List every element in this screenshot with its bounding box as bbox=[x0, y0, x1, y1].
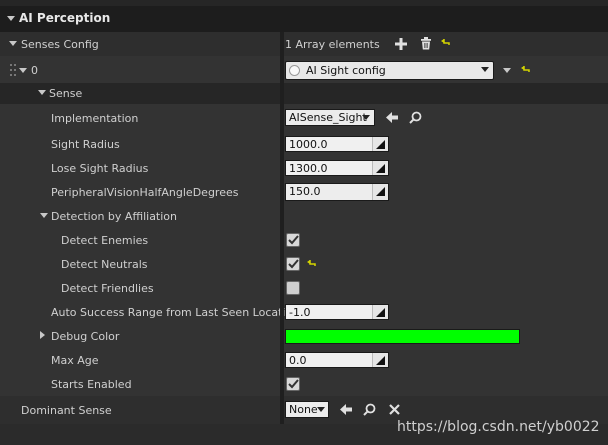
section-header[interactable]: AI Perception bbox=[0, 0, 608, 32]
starts-enabled-checkbox[interactable] bbox=[286, 377, 300, 391]
drag-handle-icon[interactable] bbox=[10, 64, 16, 76]
resize-corner-icon bbox=[372, 161, 388, 175]
checkmark-icon bbox=[288, 259, 299, 269]
resize-corner-icon bbox=[372, 305, 388, 319]
detect-enemies-label: Detect Enemies bbox=[61, 234, 149, 247]
max-age-value: 0.0 bbox=[289, 354, 307, 367]
checkmark-icon bbox=[288, 379, 299, 389]
lose-sight-radius-label: Lose Sight Radius bbox=[51, 162, 149, 175]
detect-neutrals-label: Detect Neutrals bbox=[61, 258, 148, 271]
sense-category-row[interactable] bbox=[0, 83, 608, 104]
use-selected-arrow-icon[interactable] bbox=[340, 404, 352, 415]
section-title: AI Perception bbox=[19, 11, 111, 25]
peripheral-value: 150.0 bbox=[289, 185, 321, 198]
debug-color-expand-arrow-icon[interactable] bbox=[40, 331, 45, 339]
neutrals-reset-icon[interactable] bbox=[307, 260, 316, 268]
element-expand-arrow-icon[interactable] bbox=[19, 68, 27, 73]
peripheral-label: PeripheralVisionHalfAngleDegrees bbox=[51, 186, 239, 199]
chevron-down-icon bbox=[481, 67, 489, 72]
detect-enemies-checkbox[interactable] bbox=[286, 233, 300, 247]
sight-radius-label: Sight Radius bbox=[51, 138, 120, 151]
column-divider[interactable] bbox=[280, 32, 284, 445]
sense-expand-arrow-icon[interactable] bbox=[38, 90, 46, 95]
sense-config-dropdown[interactable]: AI Sight config bbox=[285, 61, 494, 80]
expand-arrow-icon[interactable] bbox=[9, 41, 17, 46]
detect-friendlies-label: Detect Friendlies bbox=[61, 282, 154, 295]
chevron-down-icon bbox=[317, 407, 325, 412]
peripheral-slider[interactable]: 150.0 bbox=[285, 183, 389, 201]
checkmark-icon bbox=[288, 235, 299, 245]
lose-sight-radius-value: 1300.0 bbox=[289, 162, 328, 175]
add-element-icon[interactable] bbox=[395, 38, 407, 50]
sense-config-value: AI Sight config bbox=[306, 64, 386, 77]
auto-success-value: -1.0 bbox=[289, 306, 311, 319]
debug-color-label: Debug Color bbox=[51, 330, 120, 343]
trash-icon[interactable] bbox=[420, 37, 432, 50]
resize-corner-icon bbox=[372, 353, 388, 367]
dominant-sense-dropdown[interactable]: None bbox=[285, 401, 329, 418]
resize-corner-icon bbox=[372, 184, 388, 200]
sense-label: Sense bbox=[49, 87, 83, 100]
browse-search-icon[interactable] bbox=[409, 111, 422, 124]
debug-color-swatch[interactable] bbox=[285, 329, 520, 344]
detect-neutrals-checkbox[interactable] bbox=[286, 257, 300, 271]
element-options-arrow-icon[interactable] bbox=[503, 68, 511, 73]
element-index: 0 bbox=[31, 64, 38, 77]
sight-radius-input[interactable]: 1000.0 bbox=[285, 136, 389, 152]
resize-corner-icon bbox=[372, 137, 388, 151]
collapse-arrow-icon[interactable] bbox=[7, 16, 15, 21]
array-count: 1 Array elements bbox=[285, 38, 380, 51]
detect-friendlies-checkbox[interactable] bbox=[286, 281, 300, 295]
max-age-label: Max Age bbox=[51, 354, 99, 367]
config-circle-icon bbox=[289, 65, 300, 76]
section-top-strip bbox=[0, 0, 608, 6]
implementation-value: AISense_Sight bbox=[289, 111, 367, 124]
dominant-sense-label: Dominant Sense bbox=[21, 404, 112, 417]
max-age-input[interactable]: 0.0 bbox=[285, 352, 389, 368]
chevron-down-icon bbox=[362, 115, 370, 120]
reset-to-default-icon[interactable] bbox=[441, 39, 450, 47]
clear-close-icon[interactable] bbox=[389, 404, 400, 415]
auto-success-input[interactable]: -1.0 bbox=[285, 304, 389, 320]
affiliation-label: Detection by Affiliation bbox=[51, 210, 178, 223]
browse-search-icon[interactable] bbox=[363, 403, 376, 416]
auto-success-label: Auto Success Range from Last Seen Locati… bbox=[51, 306, 300, 319]
watermark: https://blog.csdn.net/yb0022 bbox=[397, 419, 600, 435]
sight-radius-value: 1000.0 bbox=[289, 138, 328, 151]
implementation-label: Implementation bbox=[51, 112, 139, 125]
element-reset-icon[interactable] bbox=[521, 66, 530, 74]
starts-enabled-label: Starts Enabled bbox=[51, 378, 132, 391]
senses-config-label: Senses Config bbox=[21, 38, 99, 51]
use-selected-arrow-icon[interactable] bbox=[386, 112, 398, 123]
lose-sight-radius-input[interactable]: 1300.0 bbox=[285, 160, 389, 176]
implementation-dropdown[interactable]: AISense_Sight bbox=[285, 109, 375, 126]
dominant-sense-value: None bbox=[289, 403, 318, 416]
affiliation-expand-arrow-icon[interactable] bbox=[40, 213, 48, 218]
